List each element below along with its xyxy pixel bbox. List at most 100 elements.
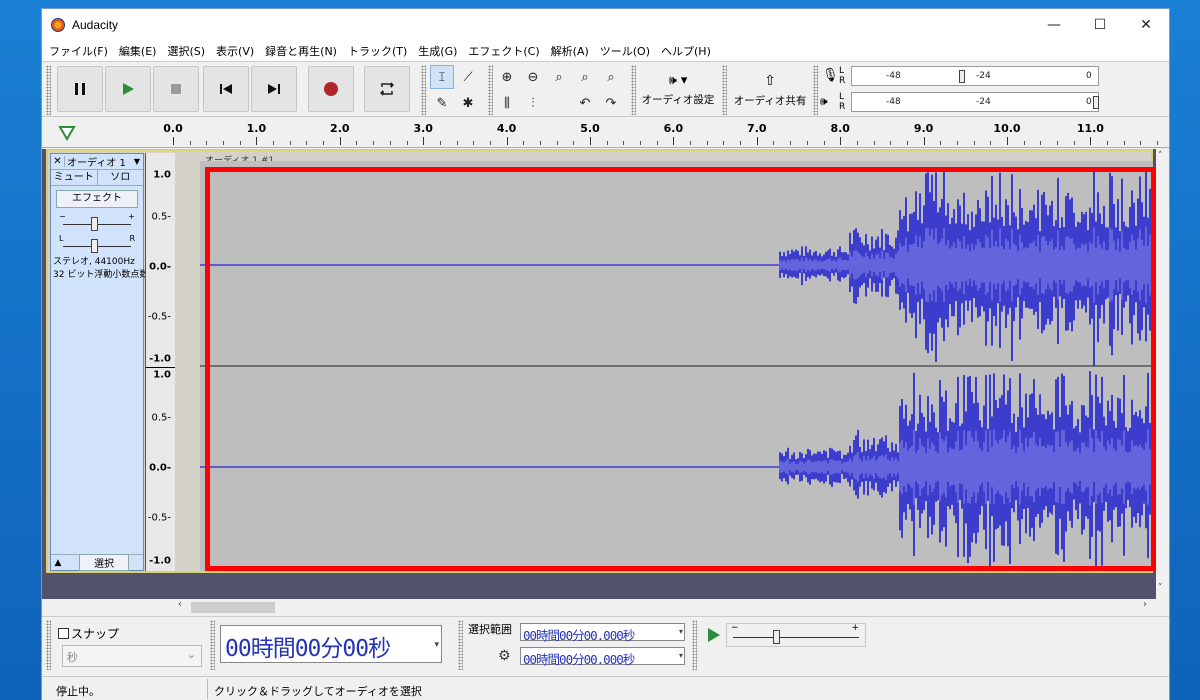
gain-slider-thumb[interactable]: [91, 217, 98, 231]
pause-button[interactable]: [57, 66, 103, 112]
menu-tracks[interactable]: トラック(T): [348, 43, 407, 59]
toolbar-grip[interactable]: [722, 65, 727, 115]
multi-tool-icon[interactable]: ✱: [456, 91, 480, 115]
audio-setup-button[interactable]: 🕪 ▾ オーディオ設定: [640, 66, 716, 114]
horizontal-scrollbar[interactable]: ‹ ›: [42, 599, 1169, 615]
selection-end-time[interactable]: 00時間00分00.000秒 ▾: [520, 647, 685, 667]
track-name-menu[interactable]: オーディオ 1: [65, 154, 134, 169]
menu-edit[interactable]: 編集(E): [119, 43, 157, 59]
maximize-button[interactable]: ☐: [1077, 9, 1123, 41]
speed-slider[interactable]: − +: [726, 623, 866, 647]
scale-label: -0.5-: [147, 512, 171, 524]
toolbar-grip[interactable]: [488, 65, 493, 115]
minimize-button[interactable]: —: [1031, 9, 1077, 41]
toolbar-grip[interactable]: [813, 65, 818, 115]
speaker-icon: 🕪 ▾: [668, 73, 688, 88]
menu-file[interactable]: ファイル(F): [49, 43, 108, 59]
scroll-left-icon[interactable]: ‹: [178, 599, 182, 610]
toolbar-grip[interactable]: [631, 65, 636, 115]
ruler-minor-tick: [606, 141, 608, 145]
effects-button[interactable]: エフェクト: [56, 190, 138, 208]
gear-icon[interactable]: ⚙: [498, 648, 511, 664]
zoom-out-icon[interactable]: ⊖: [521, 65, 545, 89]
skip-to-end-button[interactable]: [251, 66, 297, 112]
solo-button[interactable]: ソロ: [98, 170, 144, 186]
time-format-dropdown-icon[interactable]: ▾: [434, 640, 439, 650]
menu-tools[interactable]: ツール(O): [600, 43, 650, 59]
waveform-display[interactable]: [200, 161, 1153, 571]
menu-effect[interactable]: エフェクト(C): [468, 43, 539, 59]
track-menu-arrow-icon[interactable]: ▼: [134, 157, 143, 166]
ruler-tick: [1007, 137, 1008, 145]
envelope-tool-icon[interactable]: ⟋: [456, 65, 480, 89]
stop-button[interactable]: [153, 66, 199, 112]
record-meter[interactable]: LR -48 -24 0: [839, 65, 1101, 87]
snap-label: スナップ: [71, 627, 120, 641]
fit-project-icon[interactable]: ⌕: [573, 65, 597, 89]
pan-left-label: L: [59, 234, 64, 243]
toolbar-grip[interactable]: [46, 620, 51, 670]
gain-slider[interactable]: − +: [57, 212, 137, 234]
playback-speaker-icon[interactable]: 🕪: [820, 94, 828, 109]
scroll-right-icon[interactable]: ›: [1143, 599, 1147, 610]
menu-help[interactable]: ヘルプ(H): [661, 43, 711, 59]
audio-track[interactable]: ✕ オーディオ 1 ▼ ミュート ソロ エフェクト − + L R ステレオ, …: [46, 149, 1156, 573]
track-close-button[interactable]: ✕: [51, 156, 65, 167]
fit-selection-icon[interactable]: ⌕: [547, 65, 571, 89]
loop-button[interactable]: [364, 66, 410, 112]
playback-meter[interactable]: LR -48 -24 0: [839, 91, 1101, 113]
snap-checkbox[interactable]: スナップ: [58, 625, 119, 642]
toolbar-grip[interactable]: [210, 620, 215, 670]
silence-audio-icon[interactable]: ⫶: [521, 91, 545, 115]
record-meter-scale[interactable]: -48 -24 0: [851, 66, 1099, 86]
zoom-in-icon[interactable]: ⊕: [495, 65, 519, 89]
time-format-dropdown-icon[interactable]: ▾: [679, 627, 683, 636]
selection-range-label: 選択範囲: [468, 623, 512, 636]
time-display[interactable]: 00時間00分00秒 ▾: [220, 625, 442, 663]
timeline-ruler[interactable]: 0.0 1.0 2.0 3.0 4.0 5.0 6.0 7.0 8.0 9.0 10.0 11.0: [42, 118, 1169, 148]
microphone-icon[interactable]: 🎙: [822, 68, 839, 83]
pan-slider-thumb[interactable]: [91, 239, 98, 253]
speed-slider-thumb[interactable]: [773, 630, 780, 644]
toolbar-grip[interactable]: [421, 65, 426, 115]
time-format-dropdown-icon[interactable]: ▾: [679, 651, 683, 660]
ruler-tick: [923, 137, 925, 145]
gain-minus-label: −: [59, 212, 66, 221]
select-track-button[interactable]: 選択: [79, 554, 129, 571]
toolbar-grip[interactable]: [46, 65, 51, 115]
collapse-track-icon[interactable]: ▲: [51, 558, 65, 568]
snap-unit-select[interactable]: 秒 ⌄: [62, 645, 202, 667]
scroll-down-icon[interactable]: ˅: [1158, 583, 1163, 593]
toolbar-grip[interactable]: [458, 620, 463, 670]
close-button[interactable]: ✕: [1123, 9, 1169, 41]
pan-slider[interactable]: L R: [57, 234, 137, 256]
mute-button[interactable]: ミュート: [51, 169, 98, 186]
zoom-toggle-icon[interactable]: ⌕: [599, 65, 623, 89]
share-audio-button[interactable]: ⇧ オーディオ共有: [730, 66, 810, 114]
ruler-tick: [756, 137, 758, 145]
horizontal-scroll-thumb[interactable]: [191, 602, 275, 613]
menu-transport[interactable]: 録音と再生(N): [265, 43, 337, 59]
record-button[interactable]: [308, 66, 354, 112]
play-button[interactable]: [105, 66, 151, 112]
draw-tool-icon[interactable]: ✎: [430, 91, 454, 115]
meter-slider-thumb[interactable]: [959, 70, 965, 83]
scroll-up-icon[interactable]: ˄: [1158, 151, 1163, 161]
menu-generate[interactable]: 生成(G): [418, 43, 457, 59]
skip-to-start-button[interactable]: [203, 66, 249, 112]
trim-audio-icon[interactable]: ⫼: [495, 91, 519, 115]
redo-icon[interactable]: ↷: [599, 91, 623, 115]
selection-start-time[interactable]: 00時間00分00.000秒 ▾: [520, 623, 685, 643]
meter-slider-thumb[interactable]: [1093, 96, 1099, 109]
ruler-label: 4.0: [496, 122, 517, 135]
vertical-scale[interactable]: 1.0 0.5- 0.0- -0.5- -1.0 1.0 0.5- 0.0- -…: [145, 153, 175, 571]
vertical-scrollbar[interactable]: ˄ ˅: [1156, 149, 1169, 599]
selection-tool-icon[interactable]: 𝙸: [430, 65, 454, 89]
menu-view[interactable]: 表示(V): [216, 43, 254, 59]
menu-select[interactable]: 選択(S): [167, 43, 205, 59]
menu-analyze[interactable]: 解析(A): [551, 43, 589, 59]
playback-meter-scale[interactable]: -48 -24 0: [851, 92, 1099, 112]
ruler-minor-tick: [1057, 141, 1059, 145]
toolbar-grip[interactable]: [692, 620, 697, 670]
undo-icon[interactable]: ↶: [573, 91, 597, 115]
